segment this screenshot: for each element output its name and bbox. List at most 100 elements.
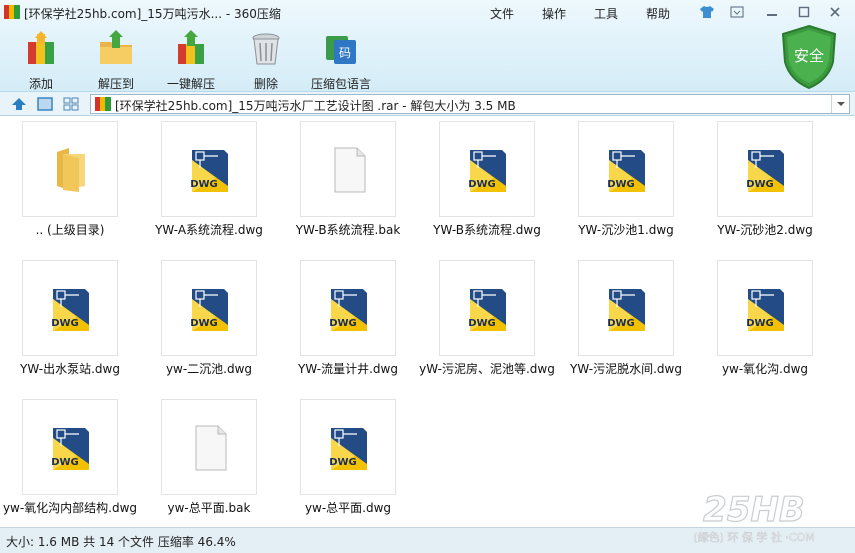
close-icon <box>830 7 840 17</box>
archive-language-button[interactable]: 码 压缩包语言 <box>304 26 378 91</box>
dwg-file-icon: DWG <box>190 289 228 331</box>
file-item[interactable]: DWG yw-二沉池.dwg <box>139 256 279 386</box>
app-icon <box>4 5 20 19</box>
file-tile <box>161 399 257 495</box>
dwg-badge: DWG <box>746 318 774 329</box>
dwg-badge: DWG <box>190 179 218 190</box>
menu-bar: 文件 操作 工具 帮助 <box>480 5 670 22</box>
dwg-badge: DWG <box>607 318 635 329</box>
dwg-file-icon: DWG <box>468 289 506 331</box>
large-icon-view-icon[interactable] <box>36 96 54 112</box>
title-bar: [环保学社25hb.com]_15万吨污水... - 360压缩 文件 操作 工… <box>0 0 855 24</box>
dwg-file-icon: DWG <box>468 150 506 192</box>
file-tile: DWG <box>717 121 813 217</box>
file-name: YW-A系统流程.dwg <box>155 223 263 237</box>
file-name: .. (上级目录) <box>35 223 105 237</box>
window-title: [环保学社25hb.com]_15万吨污水... - 360压缩 <box>24 7 281 21</box>
file-tile <box>22 121 118 217</box>
watermark-logo: 25HB <box>703 490 805 530</box>
parent-folder-item[interactable]: .. (上级目录) <box>0 117 140 247</box>
svg-text:码: 码 <box>339 46 351 60</box>
file-item[interactable]: DWG yw-总平面.dwg <box>278 395 418 525</box>
one-click-extract-icon <box>178 30 204 64</box>
file-item[interactable]: yw-总平面.bak <box>139 395 279 525</box>
archive-language-icon: 码 <box>326 36 356 64</box>
file-item[interactable]: DWG YW-沉砂池2.dwg <box>695 117 835 247</box>
one-click-extract-button[interactable]: 一键解压 <box>154 26 228 91</box>
file-name: YW-B系统流程.bak <box>295 223 401 237</box>
file-item[interactable]: DWG YW-流量计井.dwg <box>278 256 418 386</box>
delete-button[interactable]: 删除 <box>229 26 303 91</box>
add-archive-icon <box>28 31 54 64</box>
file-tile: DWG <box>717 260 813 356</box>
trash-icon <box>252 33 280 65</box>
file-name: YW-B系统流程.dwg <box>433 223 541 237</box>
shirt-icon <box>700 6 714 18</box>
dwg-file-icon: DWG <box>329 289 367 331</box>
dwg-badge: DWG <box>607 179 635 190</box>
file-tile: DWG <box>439 260 535 356</box>
add-button[interactable]: 添加 <box>4 26 78 91</box>
menu-operate[interactable]: 操作 <box>542 5 566 22</box>
dwg-badge: DWG <box>329 457 357 468</box>
site-watermark: 25HB (绿色) 环 保 学 社 ·COM <box>693 489 815 544</box>
dwg-badge: DWG <box>190 318 218 329</box>
maximize-icon <box>798 6 810 18</box>
extract-to-icon <box>100 30 132 64</box>
file-item[interactable]: DWG YW-污泥脱水间.dwg <box>556 256 696 386</box>
file-name: YW-流量计井.dwg <box>298 362 398 376</box>
dwg-badge: DWG <box>329 318 357 329</box>
dwg-file-icon: DWG <box>607 150 645 192</box>
file-tile: DWG <box>300 399 396 495</box>
file-tile: DWG <box>578 121 674 217</box>
menu-dropdown-button[interactable] <box>726 3 748 21</box>
file-item[interactable]: DWG yw-氧化沟内部结构.dwg <box>0 395 140 525</box>
dwg-file-icon: DWG <box>607 289 645 331</box>
add-label: 添加 <box>28 77 53 91</box>
file-name: yw-氧化沟.dwg <box>721 362 809 376</box>
extract-to-button[interactable]: 解压到 <box>79 26 153 91</box>
address-path: [环保学社25hb.com]_15万吨污水厂工艺设计图 .rar - 解包大小为… <box>115 99 516 113</box>
file-name: yw-氧化沟内部结构.dwg <box>2 501 138 515</box>
chevron-down-icon <box>836 102 845 106</box>
file-item[interactable]: DWG yW-污泥房、泥池等.dwg <box>417 256 557 386</box>
file-name: yW-污泥房、泥池等.dwg <box>419 362 555 376</box>
extract-to-label: 解压到 <box>97 77 134 91</box>
close-button[interactable] <box>824 3 846 21</box>
dwg-badge: DWG <box>51 457 79 468</box>
file-item[interactable]: DWG YW-B系统流程.dwg <box>417 117 557 247</box>
one-click-extract-label: 一键解压 <box>166 77 215 91</box>
minimize-button[interactable] <box>761 3 783 21</box>
menu-tools[interactable]: 工具 <box>594 5 618 22</box>
shield-label: 安全 <box>794 47 824 65</box>
file-tile: DWG <box>300 260 396 356</box>
file-item[interactable]: DWG YW-A系统流程.dwg <box>139 117 279 247</box>
top-chrome: [环保学社25hb.com]_15万吨污水... - 360压缩 文件 操作 工… <box>0 0 855 92</box>
file-tile: DWG <box>22 260 118 356</box>
menu-help[interactable]: 帮助 <box>646 5 670 22</box>
file-name: yw-总平面.dwg <box>304 501 392 515</box>
file-item[interactable]: DWG YW-沉沙池1.dwg <box>556 117 696 247</box>
dwg-file-icon: DWG <box>746 150 784 192</box>
archive-language-label: 压缩包语言 <box>310 77 371 91</box>
file-tile: DWG <box>161 121 257 217</box>
menu-file[interactable]: 文件 <box>490 5 514 22</box>
file-name: YW-出水泵站.dwg <box>20 362 120 376</box>
rar-file-icon <box>95 97 111 111</box>
security-shield-icon[interactable]: 安全 <box>780 24 838 90</box>
blank-file-icon <box>195 425 227 471</box>
dwg-file-icon: DWG <box>51 428 89 470</box>
address-dropdown-button[interactable] <box>831 95 849 113</box>
file-item[interactable]: DWG yw-氧化沟.dwg <box>695 256 835 386</box>
file-item[interactable]: DWG YW-出水泵站.dwg <box>0 256 140 386</box>
up-arrow-icon[interactable] <box>10 96 28 112</box>
skin-button[interactable] <box>696 3 718 21</box>
file-name: yw-总平面.bak <box>167 501 251 515</box>
list-view-icon[interactable] <box>62 96 80 112</box>
file-item[interactable]: YW-B系统流程.bak <box>278 117 418 247</box>
address-bar[interactable]: [环保学社25hb.com]_15万吨污水厂工艺设计图 .rar - 解包大小为… <box>90 94 850 114</box>
file-tile: DWG <box>439 121 535 217</box>
dwg-badge: DWG <box>746 179 774 190</box>
file-name: yw-二沉池.dwg <box>165 362 253 376</box>
maximize-button[interactable] <box>793 3 815 21</box>
